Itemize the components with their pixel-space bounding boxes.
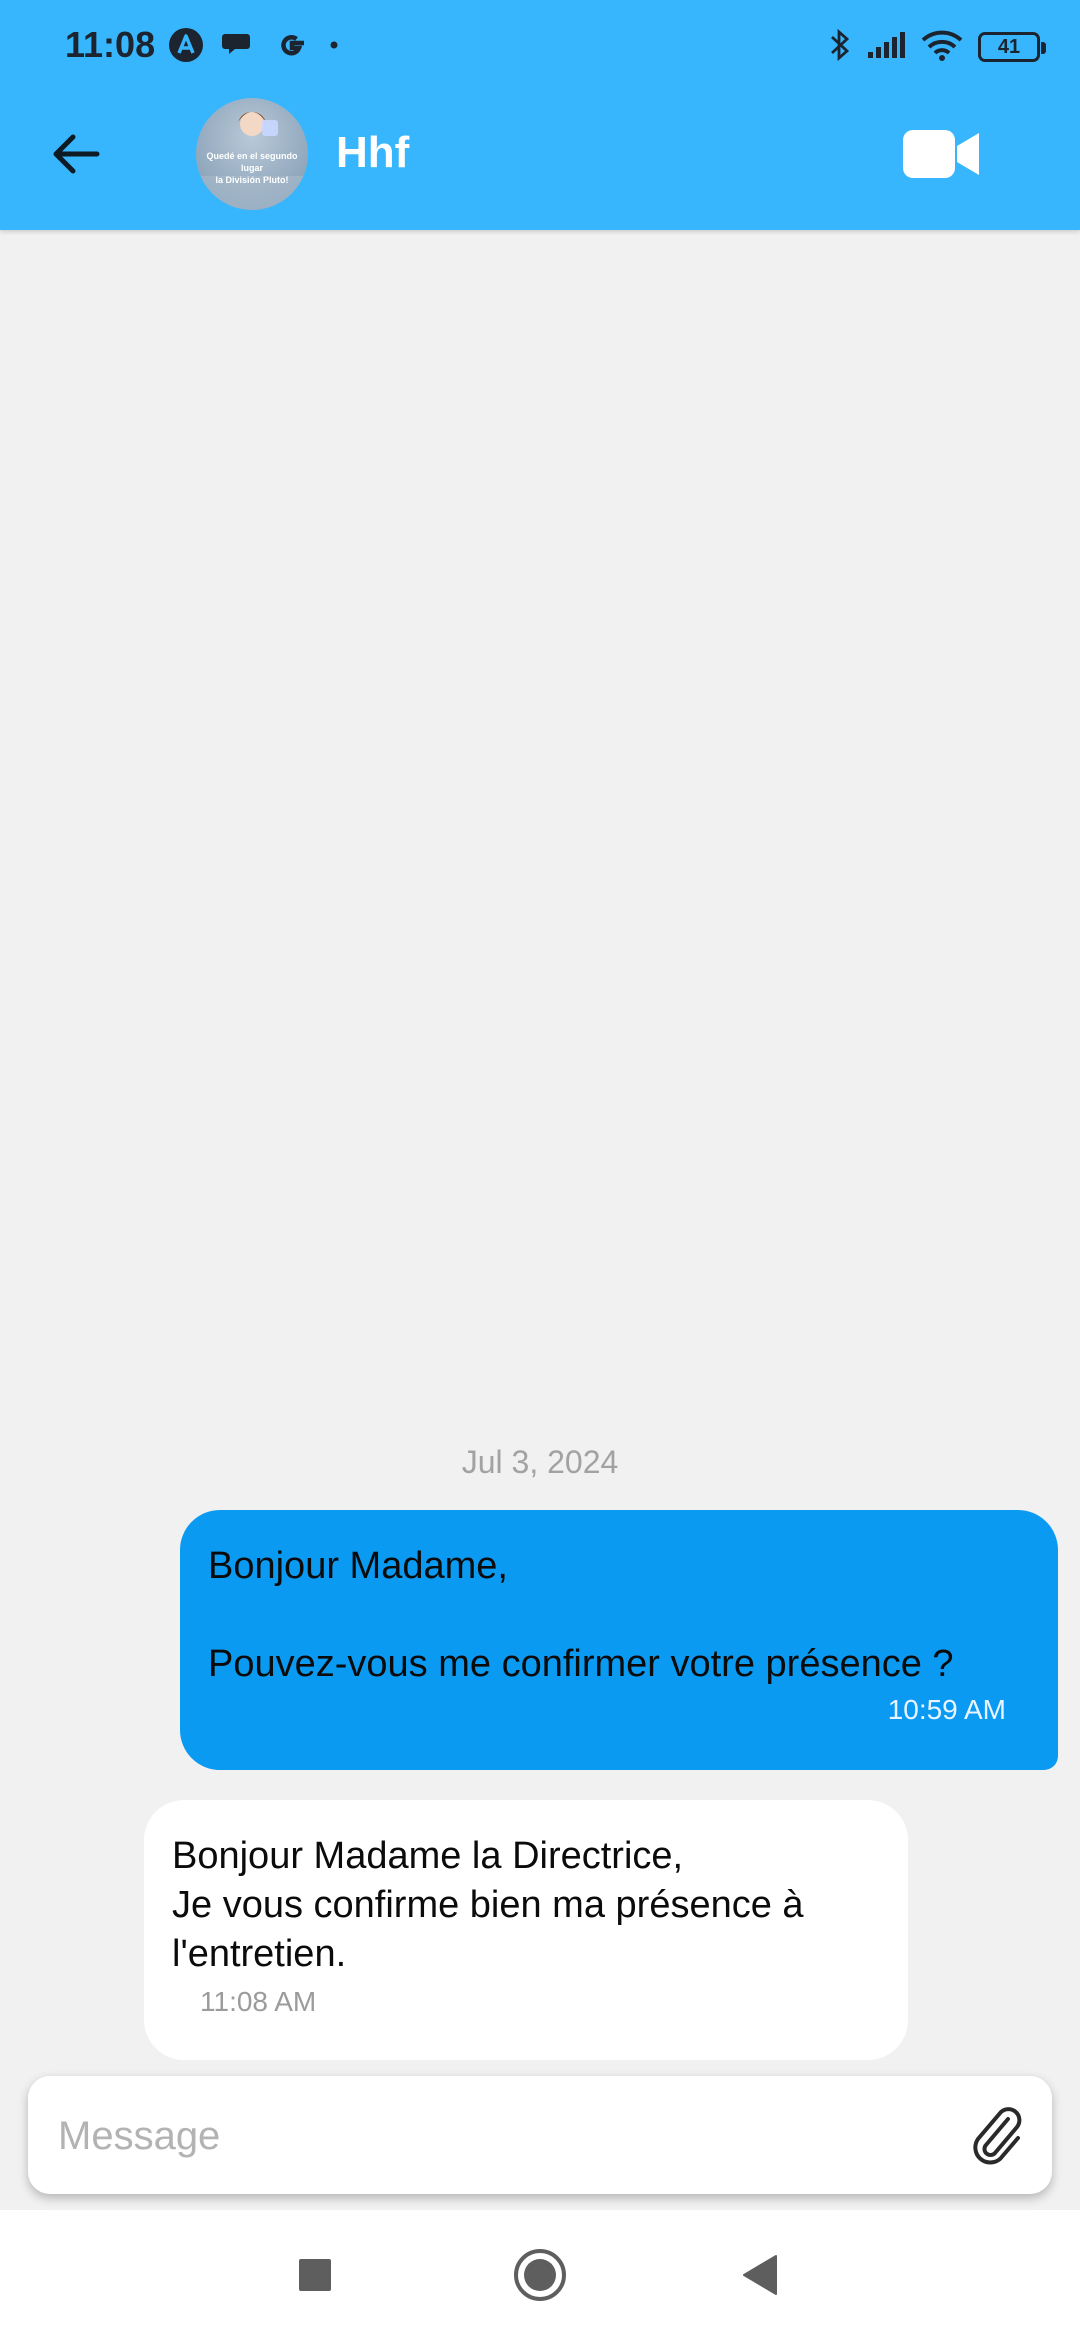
recents-square-icon — [299, 2259, 331, 2291]
signal-icon — [866, 30, 906, 65]
message-input[interactable] — [56, 2076, 960, 2196]
contact-name[interactable]: Hhf — [336, 128, 409, 178]
home-circle-icon — [514, 2249, 566, 2301]
date-separator: Jul 3, 2024 — [461, 1444, 619, 1480]
home-button[interactable] — [505, 2240, 575, 2310]
nav-back-button[interactable] — [725, 2240, 795, 2310]
battery-icon: 41 — [978, 32, 1046, 62]
system-icons: 41 — [828, 27, 1046, 68]
video-call-button[interactable] — [896, 120, 986, 188]
back-triangle-icon — [743, 2255, 777, 2295]
attach-button[interactable] — [964, 2102, 1030, 2168]
avatar-caption: Quedé en el segundo lugar la División Pl… — [206, 151, 298, 185]
chat-bubbles-icon — [222, 30, 256, 65]
message-text: Bonjour Madame la Directrice, Je vous co… — [172, 1835, 804, 1975]
bluetooth-icon — [828, 27, 852, 68]
paperclip-icon — [973, 2107, 1022, 2165]
message-text: Bonjour Madame, Pouvez-vous me confirmer… — [208, 1545, 954, 1685]
notification-icons — [168, 27, 340, 67]
incoming-message[interactable]: Bonjour Madame la Directrice, Je vous co… — [144, 1800, 908, 2060]
system-nav-bar — [0, 2210, 1080, 2340]
message-composer — [28, 2076, 1052, 2196]
recents-button[interactable] — [280, 2240, 350, 2310]
status-time: 11:08 — [65, 24, 156, 65]
status-bar: 11:08 41 — [0, 0, 1080, 95]
app-a-icon — [168, 27, 204, 68]
arrow-left-icon — [53, 134, 100, 174]
video-camera-icon — [903, 130, 979, 178]
dot-icon — [328, 38, 340, 56]
wifi-icon — [920, 28, 964, 67]
app-header: 11:08 41 Quedé en el segundo lugar la Di… — [0, 0, 1080, 230]
battery-level: 41 — [997, 36, 1021, 58]
outgoing-message[interactable]: Bonjour Madame, Pouvez-vous me confirmer… — [180, 1510, 1058, 1770]
back-button[interactable] — [40, 118, 112, 190]
message-time: 10:59 AM — [887, 1694, 1006, 1725]
google-icon — [274, 27, 310, 68]
message-time: 11:08 AM — [200, 1986, 317, 2017]
avatar[interactable]: Quedé en el segundo lugar la División Pl… — [196, 98, 308, 210]
